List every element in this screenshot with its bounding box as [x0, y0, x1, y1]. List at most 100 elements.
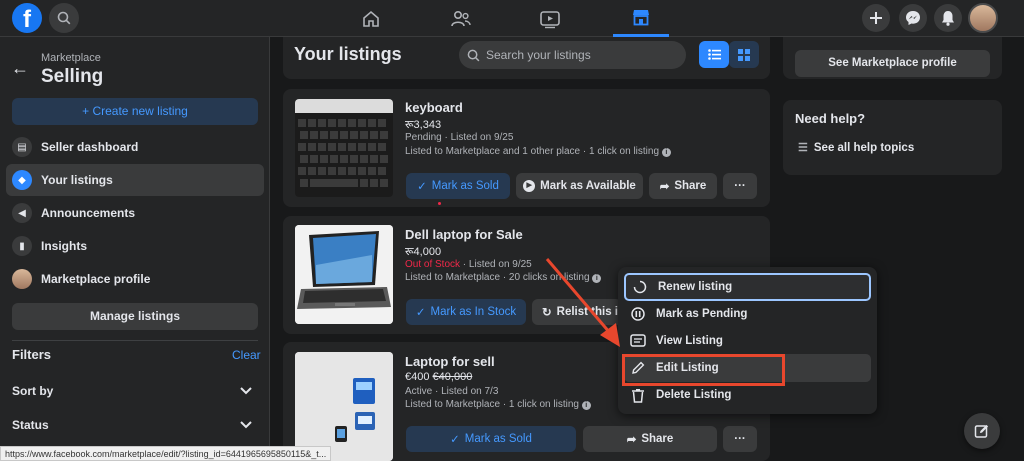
filter-label: Sort by [12, 384, 54, 398]
listing-thumbnail[interactable] [295, 352, 393, 461]
listing-status: Pending [405, 132, 442, 143]
annotation-highlight-box [622, 354, 785, 386]
filter-label: Status [12, 418, 49, 432]
facebook-logo[interactable]: f [12, 3, 42, 33]
marketplace-icon [633, 10, 649, 26]
search-icon [467, 49, 480, 61]
see-marketplace-profile-button[interactable]: See Marketplace profile [795, 50, 990, 77]
menu-item-mark-as-pending[interactable]: Mark as Pending [624, 300, 871, 328]
search-listings-field[interactable] [459, 41, 686, 69]
listing-price: €400 [405, 371, 430, 383]
help-title: Need help? [795, 111, 866, 126]
listing-detail: Listed to Marketplace · 1 click on listi… [405, 399, 579, 410]
annotation-arrow [545, 258, 620, 347]
share-button[interactable]: ➦ Share [649, 173, 717, 199]
clear-filters-link[interactable]: Clear [232, 348, 261, 362]
button-label: Share [674, 180, 707, 192]
renew-icon [632, 279, 648, 295]
button-label: Mark as Sold [464, 433, 532, 445]
more-options-button[interactable]: ··· [723, 426, 757, 452]
create-listing-button[interactable]: + Create new listing [12, 98, 258, 125]
listing-price: रू3,343 [405, 119, 442, 131]
avatar [12, 269, 32, 289]
search-icon [57, 11, 71, 25]
listing-detail-line: Listed to Marketplace and 1 other place … [405, 146, 671, 157]
bar-chart-icon: ▮ [12, 236, 32, 256]
nav-marketplace-tab[interactable] [613, 0, 669, 37]
listing-title[interactable]: Laptop for sell [405, 354, 495, 369]
list-icon: ☰ [798, 142, 808, 154]
sidebar-item-your-listings[interactable]: ◆ Your listings [6, 164, 264, 196]
share-icon: ➦ [626, 434, 637, 446]
more-icon: ··· [734, 180, 746, 192]
top-navigation-bar: f [0, 0, 1024, 37]
info-icon[interactable]: i [581, 401, 591, 410]
mark-as-sold-button[interactable]: ✓ Mark as Sold [406, 173, 510, 199]
search-listings-input[interactable] [486, 48, 676, 62]
mark-as-sold-button[interactable]: ✓ Mark as Sold [406, 426, 576, 452]
button-label: Mark as Available [540, 180, 636, 192]
listing-thumbnail[interactable] [295, 225, 393, 324]
listing-status-line: Pending · Listed on 9/25 [405, 132, 513, 143]
see-all-help-topics-link[interactable]: ☰ See all help topics [798, 141, 915, 155]
sidebar-item-label: Insights [41, 239, 88, 253]
help-link-label: See all help topics [813, 141, 915, 154]
nav-home-tab[interactable] [343, 0, 399, 37]
filter-status[interactable]: Status [12, 418, 252, 432]
pause-icon [630, 306, 646, 322]
more-icon: ··· [734, 433, 746, 445]
share-icon: ➦ [659, 181, 670, 193]
check-icon: ✓ [417, 181, 427, 193]
new-message-button[interactable] [964, 413, 1000, 449]
megaphone-icon: ◀ [12, 203, 32, 223]
notifications-button[interactable] [934, 4, 962, 32]
listing-title[interactable]: Dell laptop for Sale [405, 227, 523, 242]
sidebar-item-marketplace-profile[interactable]: Marketplace profile [6, 263, 264, 295]
play-icon: ▶ [523, 180, 536, 192]
create-button[interactable] [862, 4, 890, 32]
home-icon [363, 10, 379, 27]
listing-date: · Listed on 9/25 [460, 259, 532, 270]
filters-heading: Filters [12, 347, 52, 362]
listing-thumbnail[interactable] [295, 99, 393, 197]
profile-avatar[interactable] [968, 3, 998, 33]
sidebar-item-label: Marketplace profile [41, 272, 151, 286]
button-label: Share [641, 433, 674, 445]
button-label: Mark as Sold [431, 180, 499, 192]
listing-title[interactable]: keyboard [405, 100, 463, 115]
menu-item-renew-listing[interactable]: Renew listing [624, 273, 871, 301]
chevron-down-icon [240, 421, 252, 429]
messenger-button[interactable] [899, 4, 927, 32]
listing-detail-line: Listed to Marketplace · 1 click on listi… [405, 399, 591, 410]
nav-watch-tab[interactable] [522, 0, 578, 37]
mark-as-available-button[interactable]: ▶ Mark as Available [516, 173, 643, 199]
menu-item-view-listing[interactable]: View Listing [624, 327, 871, 355]
sidebar-item-label: Your listings [41, 173, 113, 187]
back-arrow-icon[interactable]: ← [11, 58, 29, 79]
view-listing-icon [630, 333, 646, 349]
grid-view-button[interactable] [729, 41, 759, 68]
plus-icon [870, 12, 882, 24]
chevron-down-icon [240, 387, 252, 395]
more-options-button[interactable]: ··· [723, 173, 757, 199]
button-label: Mark as In Stock [430, 306, 517, 318]
search-button[interactable] [49, 3, 79, 33]
laptop-sticker-image [295, 352, 393, 461]
sidebar-item-seller-dashboard[interactable]: ▤ Seller dashboard [6, 131, 264, 163]
listing-price: रू4,000 [405, 246, 442, 258]
menu-item-label: Delete Listing [656, 389, 732, 401]
filter-sort-by[interactable]: Sort by [12, 384, 252, 398]
sidebar-item-insights[interactable]: ▮ Insights [6, 230, 264, 262]
nav-friends-tab[interactable] [433, 0, 489, 37]
list-view-button[interactable] [699, 41, 729, 68]
mark-as-in-stock-button[interactable]: ✓ Mark as In Stock [406, 299, 526, 325]
listing-status: Out of Stock [405, 259, 461, 270]
info-icon[interactable]: i [661, 148, 671, 157]
compose-icon [974, 424, 989, 438]
sidebar-item-announcements[interactable]: ◀ Announcements [6, 197, 264, 229]
manage-listings-button[interactable]: Manage listings [12, 303, 258, 330]
divider [12, 340, 258, 341]
notification-dot [438, 202, 441, 205]
share-button[interactable]: ➦ Share [583, 426, 717, 452]
listing-price-line: €400 €40,000 [405, 371, 472, 383]
